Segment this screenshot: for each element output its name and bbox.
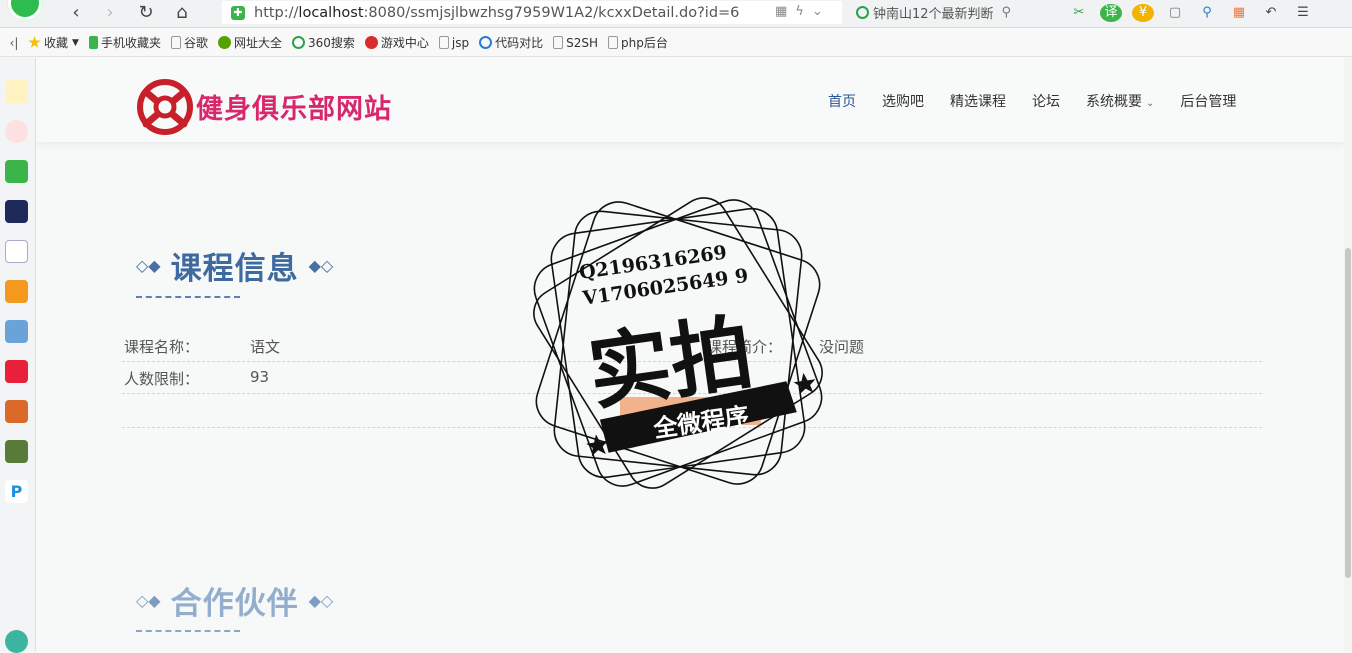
diamond-right-icon: ◆◇	[308, 256, 334, 275]
search-engine-icon	[856, 6, 869, 19]
bookmarks-toggle-button[interactable]: ‹|	[0, 36, 28, 50]
game-icon	[364, 36, 378, 49]
section-underline	[136, 630, 240, 632]
page-icon	[438, 36, 449, 49]
chevron-down-icon: ⌄	[1146, 98, 1155, 109]
novel-app-icon[interactable]	[5, 280, 28, 303]
section-heading: 课程信息	[170, 251, 299, 287]
clover-icon[interactable]	[5, 630, 28, 653]
document-icon[interactable]	[5, 240, 28, 263]
news-app-icon[interactable]	[5, 200, 28, 223]
diamond-left-icon: ◇◆	[136, 591, 161, 610]
browser-sidebar: P	[0, 58, 36, 653]
bookmark-item[interactable]: 收藏 ▼	[28, 34, 79, 51]
watermark-stamp: Q2196316269 V1706025649 9 实拍 全微程序	[533, 197, 823, 489]
field-value: 93	[250, 368, 270, 386]
p-app-icon[interactable]: P	[5, 480, 28, 503]
home-button[interactable]: ⌂	[170, 2, 194, 24]
bookmark-item[interactable]: 手机收藏夹	[88, 34, 161, 51]
partner-section-title: ◇◆ 合作伙伴 ◆◇	[136, 578, 333, 623]
forward-button[interactable]: ›	[98, 2, 122, 24]
star-icon	[28, 36, 41, 48]
bookmark-item[interactable]: jsp	[438, 36, 469, 50]
mail-icon[interactable]	[5, 160, 28, 183]
undo-icon[interactable]: ↶	[1260, 4, 1282, 22]
compare-icon	[479, 36, 493, 49]
address-bar[interactable]: ✚ http://localhost:8080/ssmjsjlbwzhsg795…	[222, 1, 842, 24]
secure-site-icon: ✚	[231, 5, 245, 20]
bookmarks-bar: ‹| 收藏 ▼ 手机收藏夹 谷歌 网址大全 360搜索 游戏中心 jsp 代码对比…	[0, 29, 1352, 57]
game-app-icon[interactable]	[5, 320, 28, 343]
browser-search-box[interactable]: 钟南山12个最新判断 ⚲	[852, 1, 1052, 24]
weibo-icon[interactable]	[5, 120, 28, 143]
page-icon	[608, 36, 619, 49]
page-icon	[553, 36, 564, 49]
back-button[interactable]: ‹	[64, 2, 88, 24]
scissors-icon[interactable]: ✂	[1068, 4, 1090, 22]
field-label: 人数限制：	[124, 370, 200, 388]
address-url[interactable]: http://localhost:8080/ssmjsjlbwzhsg7959W…	[254, 5, 739, 21]
reload-button[interactable]: ↻	[134, 2, 158, 24]
search-text[interactable]: 钟南山12个最新判断	[873, 3, 994, 22]
page-scrollbar[interactable]	[1344, 58, 1352, 651]
browser-toolbar: ‹ › ↻ ⌂ ✚ http://localhost:8080/ssmjsjlb…	[0, 0, 1352, 28]
diamond-right-icon: ◆◇	[308, 591, 334, 610]
coin-icon[interactable]: ¥	[1132, 4, 1154, 22]
club-logo-icon[interactable]	[136, 78, 194, 136]
main-nav: 首页 选购吧 精选课程 论坛 系统概要 ⌄ 后台管理	[828, 91, 1262, 111]
field-value: 语文	[250, 338, 281, 356]
apps-grid-icon[interactable]: ▦	[1228, 4, 1250, 22]
game-app-icon[interactable]	[5, 440, 28, 463]
lightning-icon[interactable]: ϟ	[795, 4, 812, 19]
qr-code-icon[interactable]: ▦	[775, 4, 795, 19]
page-icon	[170, 36, 181, 49]
bookmark-item[interactable]: 360搜索	[291, 34, 355, 51]
nav-courses[interactable]: 精选课程	[950, 91, 1006, 111]
nav-forum[interactable]: 论坛	[1032, 91, 1060, 111]
browser-right-tools: ✂ 译 ¥ ▢ ⚲ ▦ ↶ ☰	[1068, 2, 1314, 24]
web-page: 健身俱乐部网站 首页 选购吧 精选课程 论坛 系统概要 ⌄ 后台管理 ◇◆ 课程信…	[36, 58, 1344, 651]
diamond-left-icon: ◇◆	[136, 256, 161, 275]
favorites-star-icon[interactable]	[5, 80, 28, 103]
translate-icon[interactable]: 译	[1100, 4, 1122, 22]
xiaohongshu-icon[interactable]	[5, 360, 28, 383]
chevron-down-icon[interactable]: ⌄	[812, 4, 831, 19]
field-label: 课程名称：	[124, 338, 200, 356]
phone-icon	[88, 36, 98, 49]
game-app-icon[interactable]	[5, 400, 28, 423]
image-icon[interactable]: ▢	[1164, 4, 1186, 22]
globe-icon	[217, 36, 231, 49]
menu-icon[interactable]: ☰	[1292, 4, 1314, 22]
bookmark-item[interactable]: S2SH	[553, 36, 598, 50]
bookmark-item[interactable]: php后台	[608, 34, 668, 51]
browser-logo-icon[interactable]	[8, 0, 42, 20]
scrollbar-thumb[interactable]	[1345, 248, 1351, 578]
site-header: 健身俱乐部网站 首页 选购吧 精选课程 论坛 系统概要 ⌄ 后台管理	[36, 58, 1344, 142]
bookmark-item[interactable]: 游戏中心	[364, 34, 429, 51]
address-tools[interactable]: ▦ϟ⌄	[775, 4, 831, 19]
search-icon[interactable]: ⚲	[1002, 5, 1012, 20]
bookmark-item[interactable]: 代码对比	[479, 34, 543, 51]
bookmark-item[interactable]: 网址大全	[217, 34, 282, 51]
nav-shop[interactable]: 选购吧	[882, 91, 924, 111]
section-underline	[136, 296, 240, 298]
nav-system-overview[interactable]: 系统概要 ⌄	[1086, 91, 1154, 111]
course-section-title: ◇◆ 课程信息 ◆◇	[136, 243, 333, 288]
nav-home[interactable]: 首页	[828, 91, 856, 111]
bookmark-item[interactable]: 谷歌	[170, 34, 208, 51]
find-icon[interactable]: ⚲	[1196, 4, 1218, 22]
site-logo-text[interactable]: 健身俱乐部网站	[196, 87, 392, 126]
chevron-down-icon: ▼	[72, 37, 79, 48]
section-heading: 合作伙伴	[170, 586, 299, 622]
nav-admin[interactable]: 后台管理	[1180, 91, 1236, 111]
search-360-icon	[291, 36, 305, 49]
